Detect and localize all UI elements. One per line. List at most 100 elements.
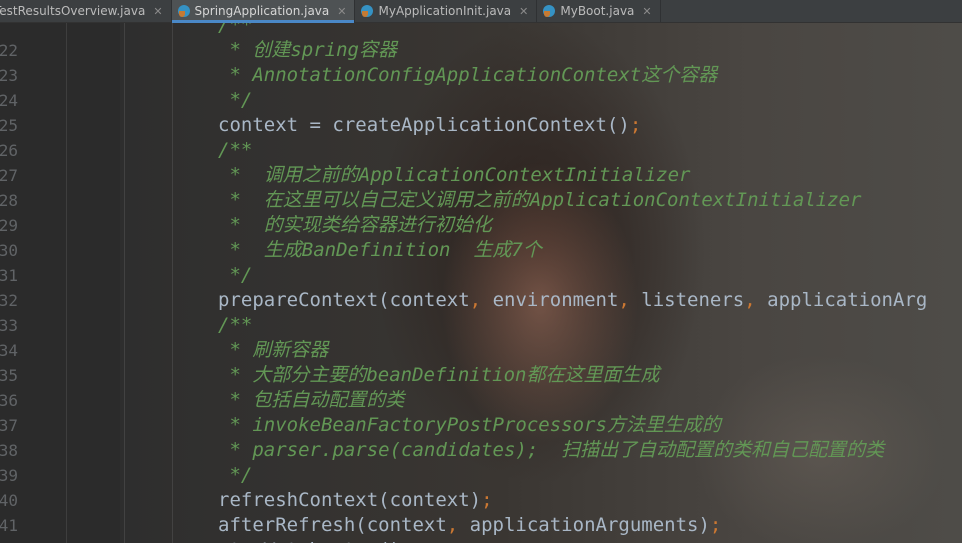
code-comment: */ [218, 263, 252, 288]
line-number: 39 [0, 466, 18, 485]
semicolon: ; [709, 514, 722, 536]
code-line[interactable]: 35 * 大部分主要的beanDefinition都在这里面生成 [0, 363, 962, 388]
code-line[interactable]: 29 * 的实现类给容器进行初始化 [0, 213, 962, 238]
comment-text: * 生成BanDefinition 生成7个 [218, 239, 542, 261]
line-number: 31 [0, 266, 18, 285]
code-line[interactable]: 25 context = createApplicationContext(); [0, 113, 962, 138]
line-number: 34 [0, 341, 18, 360]
code-comment: * 创建spring容器 [218, 38, 397, 63]
code-comment: * invokeBeanFactoryPostProcessors方法里生成的 [218, 413, 721, 438]
comment-text: * 调用之前的ApplicationContextInitializer [218, 164, 691, 186]
java-file-icon [543, 5, 556, 17]
code-line[interactable]: 31 */ [0, 263, 962, 288]
statement-text: refreshContext(context) [218, 489, 482, 511]
code-line[interactable]: 30 * 生成BanDefinition 生成7个 [0, 238, 962, 263]
editor-tab-bar: TestResultsOverview.java ✕ SpringApplica… [0, 0, 962, 23]
line-number: 38 [0, 441, 18, 460]
code-line[interactable]: /** [0, 23, 962, 38]
code-line[interactable]: 24 */ [0, 88, 962, 113]
comment-text: * 大部分主要的beanDefinition都在这里面生成 [218, 364, 660, 386]
comment-text: /** [218, 314, 253, 336]
semicolon: ; [401, 539, 412, 543]
code-editor[interactable]: /** 22 * 创建spring容器 23 * AnnotationConfigA… [0, 23, 962, 543]
tab-label: SpringApplication.java [194, 4, 330, 18]
line-number: 29 [0, 216, 18, 235]
semicolon: ; [629, 114, 642, 136]
code-comment: /** [218, 23, 252, 38]
statement-text: afterRefresh(context, applicationArgumen… [218, 514, 710, 536]
code-line[interactable]: 32 prepareContext(context, environment, l… [0, 288, 962, 313]
line-number: 41 [0, 516, 18, 535]
line-number: 40 [0, 491, 18, 510]
comment-text: * 在这里可以自己定义调用之前的ApplicationContextInitia… [218, 189, 862, 211]
code-comment: */ [218, 463, 252, 488]
comment-text: * 创建spring容器 [218, 39, 397, 61]
code-comment: /** [218, 138, 252, 163]
code-line[interactable]: 33 /** [0, 313, 962, 338]
line-number: 25 [0, 116, 18, 135]
line-number: 28 [0, 191, 18, 210]
statement-text: prepareContext(context, environment, lis… [218, 289, 928, 311]
code-statement: refreshContext(context); [218, 488, 493, 513]
code-statement: afterRefresh(context, applicationArgumen… [218, 513, 721, 538]
code-line[interactable]: 23 * AnnotationConfigApplicationContext这… [0, 63, 962, 88]
close-icon[interactable]: ✕ [519, 5, 528, 18]
tab-label: MyApplicationInit.java [378, 4, 512, 18]
ide-window: TestResultsOverview.java ✕ SpringApplica… [0, 0, 962, 543]
code-comment: * 在这里可以自己定义调用之前的ApplicationContextInitia… [218, 188, 862, 213]
code-comment: * AnnotationConfigApplicationContext这个容器 [218, 63, 717, 88]
line-number: 42 [0, 538, 18, 543]
tab-my-boot[interactable]: MyBoot.java ✕ [537, 0, 661, 22]
code-comment: * 大部分主要的beanDefinition都在这里面生成 [218, 363, 659, 388]
line-number: 24 [0, 91, 18, 110]
tab-label: TestResultsOverview.java [0, 4, 146, 18]
code-line[interactable]: 40 refreshContext(context); [0, 488, 962, 513]
semicolon: ; [481, 489, 493, 511]
code-line[interactable]: 36 * 包括自动配置的类 [0, 388, 962, 413]
comment-text: * parser.parse(candidates); 扫描出了自动配置的类和自… [218, 439, 885, 461]
code-comment: * 包括自动配置的类 [218, 388, 404, 413]
close-icon[interactable]: ✕ [337, 5, 346, 18]
code-line[interactable]: 28 * 在这里可以自己定义调用之前的ApplicationContextIni… [0, 188, 962, 213]
close-icon[interactable]: ✕ [153, 5, 162, 18]
comment-text: */ [218, 464, 253, 486]
comment-text: * AnnotationConfigApplicationContext这个容器 [218, 64, 718, 86]
code-statement: context = createApplicationContext(); [218, 113, 641, 138]
code-comment: * 刷新容器 [218, 338, 328, 363]
line-number: 27 [0, 166, 18, 185]
code-line[interactable]: 34 * 刷新容器 [0, 338, 962, 363]
statement-text: context = createApplicationContext() [218, 114, 630, 136]
code-comment: /** [218, 313, 252, 338]
code-line[interactable]: 22 * 创建spring容器 [0, 38, 962, 63]
line-number: 37 [0, 416, 18, 435]
line-number: 33 [0, 316, 18, 335]
line-number: 32 [0, 291, 18, 310]
line-number: 36 [0, 391, 18, 410]
tab-label: MyBoot.java [560, 4, 635, 18]
comment-text: * 的实现类给容器进行初始化 [218, 214, 492, 236]
comment-text: /** [218, 139, 253, 161]
code-line[interactable]: 39 */ [0, 463, 962, 488]
code-line[interactable]: 41 afterRefresh(context, applicationArgum… [0, 513, 962, 538]
tab-my-application-init[interactable]: MyApplicationInit.java ✕ [355, 0, 538, 22]
code-lines: /** 22 * 创建spring容器 23 * AnnotationConfigA… [0, 23, 962, 543]
line-number: 26 [0, 141, 18, 160]
close-icon[interactable]: ✕ [642, 5, 651, 18]
code-comment: */ [218, 88, 252, 113]
code-line[interactable]: 42 stopWatch.stop(); [0, 538, 962, 543]
code-line[interactable]: 26 /** [0, 138, 962, 163]
line-number: 30 [0, 241, 18, 260]
comment-text: */ [218, 264, 253, 286]
code-comment: * 的实现类给容器进行初始化 [218, 213, 492, 238]
comment-text: */ [218, 89, 253, 111]
tab-test-results-overview[interactable]: TestResultsOverview.java ✕ [0, 0, 172, 22]
code-line[interactable]: 37 * invokeBeanFactoryPostProcessors方法里生… [0, 413, 962, 438]
comment-text: * 包括自动配置的类 [218, 389, 405, 411]
tab-spring-application[interactable]: SpringApplication.java ✕ [171, 0, 356, 23]
code-line[interactable]: 38 * parser.parse(candidates); 扫描出了自动配置的… [0, 438, 962, 463]
code-line[interactable]: 27 * 调用之前的ApplicationContextInitializer [0, 163, 962, 188]
statement-text: stopWatch.stop() [218, 539, 401, 543]
code-statement: stopWatch.stop(); [218, 538, 412, 543]
java-file-icon [361, 5, 374, 17]
code-statement: prepareContext(context, environment, lis… [218, 288, 927, 313]
